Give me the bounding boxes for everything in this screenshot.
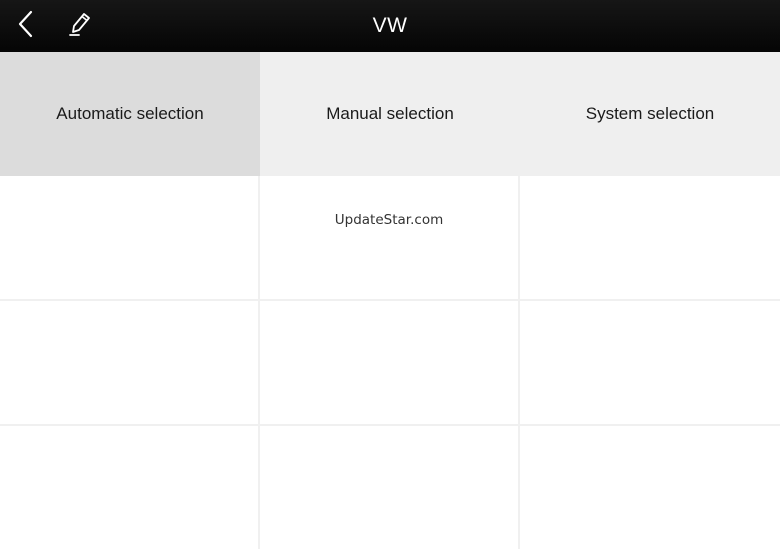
grid-cell[interactable]: [520, 301, 780, 424]
watermark-text: UpdateStar.com: [334, 212, 444, 228]
top-bar: VW: [0, 0, 780, 52]
grid-cell[interactable]: [520, 426, 780, 549]
selection-grid: UpdateStar.com: [0, 176, 780, 549]
grid-cell[interactable]: UpdateStar.com: [260, 176, 520, 299]
tab-system-selection[interactable]: System selection: [520, 52, 780, 176]
grid-cell[interactable]: [0, 426, 260, 549]
tab-manual-selection[interactable]: Manual selection: [260, 52, 520, 176]
grid-cell[interactable]: [0, 301, 260, 424]
grid-cell[interactable]: [260, 426, 520, 549]
page-title: VW: [372, 14, 408, 37]
selection-tabs: Automatic selection Manual selection Sys…: [0, 52, 780, 176]
tab-automatic-selection[interactable]: Automatic selection: [0, 52, 260, 176]
grid-cell[interactable]: [0, 176, 260, 299]
grid-cell[interactable]: [520, 176, 780, 299]
grid-cell[interactable]: [260, 301, 520, 424]
